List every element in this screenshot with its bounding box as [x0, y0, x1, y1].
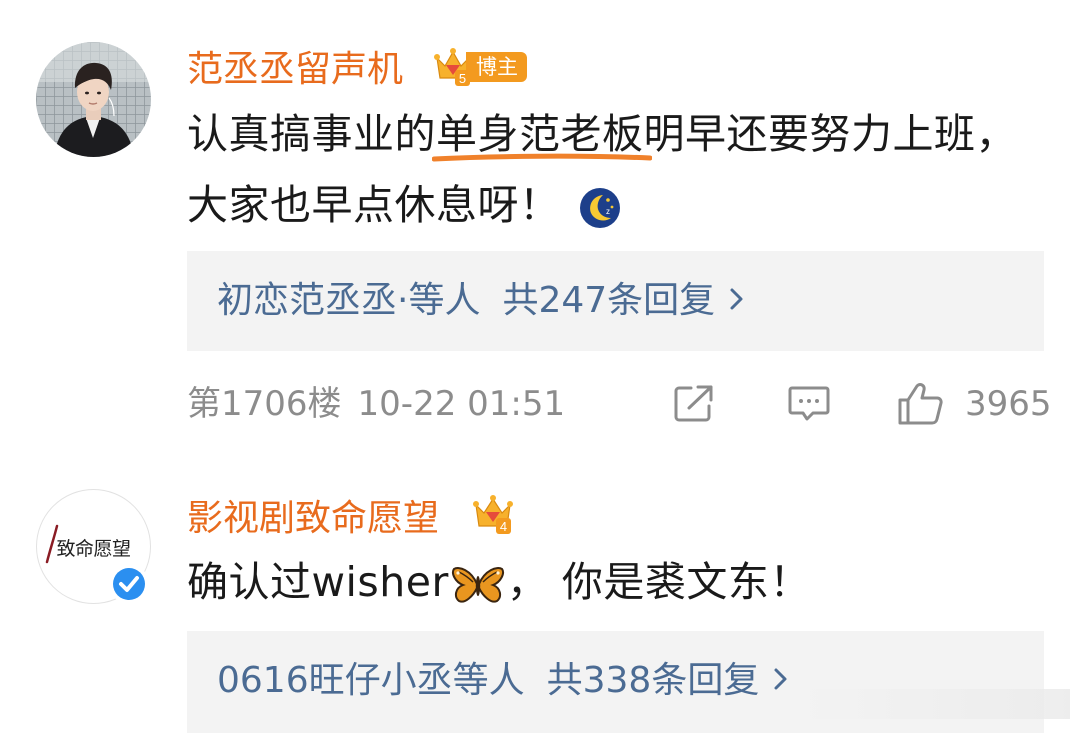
avatar-photo	[36, 42, 151, 157]
svg-text:4: 4	[500, 519, 507, 534]
comment-text: 确认过wisher ， 你是裘文东！	[187, 547, 1027, 618]
reply-names: 初恋范丞丞·等人	[217, 280, 481, 321]
svg-text:z: z	[606, 207, 611, 216]
floor-number: 第1706楼	[187, 384, 342, 424]
underline-annotation	[432, 153, 652, 162]
watermark-fade	[800, 689, 1070, 719]
avatar-logo-text: 致命愿望	[56, 538, 131, 560]
verified-badge	[109, 564, 149, 604]
username[interactable]: 范丞丞留声机	[187, 48, 403, 92]
comment-text: 认真搞事业的单身范老板 明早还要努力上班，大家也早点休息呀！ z	[187, 99, 1027, 241]
crown-level-badge-icon: 4	[473, 495, 513, 534]
comment-text-before: 认真搞事业的	[187, 110, 436, 158]
comment-text-before: 确认过wisher	[187, 558, 449, 606]
reply-count: 共247条回复	[502, 280, 716, 321]
reply-summary-link[interactable]: 初恋范丞丞·等人 共247条回复	[187, 251, 1044, 351]
reply-names: 0616旺仔小丞等人	[217, 660, 525, 701]
avatar[interactable]	[36, 42, 151, 157]
blogger-badge: 博主	[466, 52, 527, 82]
like-count: 3965	[965, 384, 1052, 424]
comment-meta: 第1706楼 10-22 01:51	[187, 381, 565, 427]
username[interactable]: 影视剧致命愿望	[187, 497, 439, 541]
comment-text-after: ， 你是裘文东！	[506, 558, 811, 606]
chevron-right-icon	[774, 668, 787, 690]
verified-check-icon	[113, 568, 145, 600]
butterfly-icon	[451, 567, 504, 603]
comment-icon[interactable]	[787, 384, 831, 424]
share-icon[interactable]	[673, 384, 717, 424]
moon-sleep-icon: z	[579, 188, 620, 228]
thumbs-up-icon[interactable]	[897, 382, 945, 426]
timestamp: 10-22 01:51	[357, 384, 566, 424]
reply-count: 共338条回复	[546, 660, 760, 701]
comment-list: 范丞丞留声机 5 博主 认真搞事业的单身范老板 明早还要努力上班，大家也早点休息呀…	[0, 0, 1080, 733]
highlighted-phrase: 单身范老板	[432, 104, 652, 164]
comment-item: 范丞丞留声机 5 博主 认真搞事业的单身范老板 明早还要努力上班，大家也早点休息呀…	[0, 0, 1080, 470]
chevron-right-icon	[730, 288, 743, 310]
